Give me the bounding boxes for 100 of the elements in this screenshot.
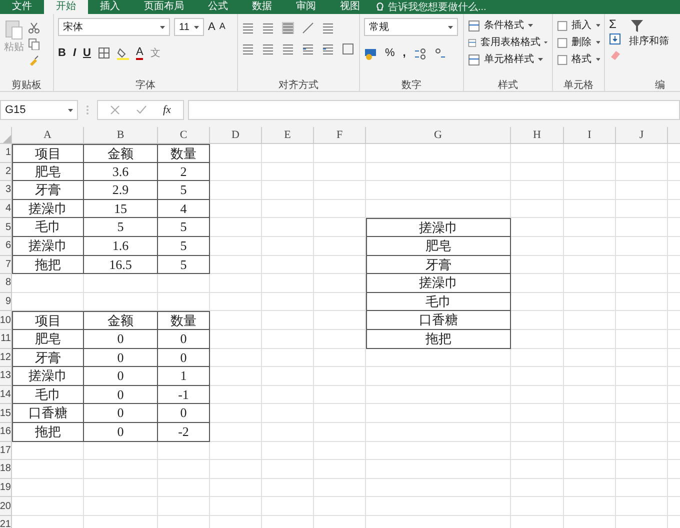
number-format-field[interactable]: 常规 (364, 18, 458, 36)
grow-font-button[interactable]: A (208, 18, 216, 36)
row-header[interactable]: 15 (0, 404, 12, 423)
cell-styles-button[interactable]: 单元格样式 (468, 52, 548, 67)
column-header[interactable]: I (564, 127, 616, 144)
row-header[interactable]: 8 (0, 274, 12, 293)
empty-cell (511, 422, 564, 442)
column-header[interactable]: H (511, 127, 564, 144)
decrease-indent-icon[interactable] (302, 43, 314, 55)
column-header[interactable]: E (262, 127, 314, 144)
column-header[interactable]: G (366, 127, 511, 144)
scissors-icon[interactable] (28, 22, 40, 34)
row-header[interactable]: 1 (0, 144, 12, 163)
row-header[interactable]: 7 (0, 256, 12, 274)
cancel-icon[interactable] (110, 105, 120, 115)
paintbrush-icon[interactable] (28, 54, 40, 66)
align-left-icon[interactable] (242, 43, 254, 55)
row-header[interactable]: 13 (0, 367, 12, 386)
row-header[interactable]: 9 (0, 292, 12, 312)
row-header[interactable]: 18 (0, 460, 12, 479)
row-header[interactable]: 11 (0, 330, 12, 349)
borders-icon[interactable] (98, 47, 110, 60)
sum-button[interactable]: Σ (609, 18, 621, 30)
caret-icon[interactable] (528, 24, 533, 27)
caret-icon[interactable] (68, 108, 73, 112)
row-header[interactable]: 12 (0, 348, 12, 368)
ribbon-tab[interactable]: 视图 (328, 0, 372, 14)
caret-icon[interactable] (544, 41, 548, 44)
row-header[interactable]: 21 (0, 516, 12, 528)
underline-button[interactable]: U (83, 45, 91, 62)
ribbon-tab[interactable]: 审阅 (284, 0, 328, 14)
caret-icon[interactable] (596, 58, 600, 61)
ribbon-tab[interactable]: 文件 (0, 0, 44, 14)
currency-icon[interactable] (364, 46, 377, 60)
row-header[interactable]: 10 (0, 311, 12, 330)
merge-cells-icon[interactable] (342, 43, 354, 55)
column-header[interactable]: C (158, 127, 210, 144)
caret-icon[interactable] (596, 24, 600, 27)
row-header[interactable]: 6 (0, 236, 12, 256)
wrap-text-icon[interactable] (322, 22, 334, 34)
ribbon-tab[interactable]: 插入 (88, 0, 132, 14)
row-header[interactable]: 20 (0, 497, 12, 516)
conditional-formatting-button[interactable]: 条件格式 (468, 18, 548, 33)
italic-button[interactable]: I (72, 45, 76, 62)
font-color-button[interactable]: A (136, 46, 144, 60)
table-cell: 搓澡巾 (12, 200, 84, 218)
font-size-field[interactable]: 11 (174, 18, 204, 36)
increase-indent-icon[interactable] (322, 43, 334, 55)
delete-button[interactable]: 删除 (557, 35, 600, 50)
formula-input[interactable] (188, 100, 680, 120)
ribbon-tab[interactable]: 数据 (240, 0, 284, 14)
align-center-icon[interactable] (262, 43, 274, 55)
caret-icon[interactable] (448, 26, 453, 28)
column-header[interactable]: J (616, 127, 668, 144)
row-header[interactable]: 4 (0, 200, 12, 218)
row-header[interactable]: 2 (0, 162, 12, 182)
tell-me-field[interactable]: 告诉我您想要做什么... (388, 2, 498, 12)
drag-handle-icon[interactable] (86, 105, 89, 115)
caret-icon[interactable] (596, 41, 600, 44)
increase-decimal-icon[interactable] (414, 46, 426, 60)
percent-button[interactable]: % (385, 45, 395, 62)
empty-cell (314, 162, 366, 182)
shrink-font-button[interactable]: A (219, 20, 226, 34)
align-bottom-icon[interactable] (282, 22, 294, 34)
caret-icon[interactable] (538, 58, 543, 61)
ribbon-tab[interactable]: 页面布局 (132, 0, 196, 14)
align-right-icon[interactable] (282, 43, 294, 55)
ribbon-tab[interactable]: 公式 (196, 0, 240, 14)
comma-button[interactable]: , (402, 45, 406, 62)
align-middle-icon[interactable] (262, 22, 274, 34)
column-header[interactable]: A (12, 127, 84, 144)
row-header[interactable]: 16 (0, 422, 12, 442)
insert-function-button[interactable]: fx (163, 102, 171, 118)
column-header[interactable]: B (84, 127, 158, 144)
orientation-icon[interactable] (302, 22, 314, 34)
column-header[interactable]: F (314, 127, 366, 144)
sort-filter-icon[interactable] (629, 18, 645, 34)
empty-cell (210, 442, 262, 460)
align-top-icon[interactable] (242, 22, 254, 34)
caret-icon[interactable] (194, 26, 199, 28)
caret-icon[interactable] (160, 26, 165, 28)
decrease-decimal-icon[interactable] (434, 46, 446, 60)
fill-color-icon[interactable] (116, 46, 129, 60)
row-header[interactable]: 19 (0, 478, 12, 498)
column-header[interactable]: D (210, 127, 262, 144)
copy-icon[interactable] (28, 38, 40, 50)
fill-down-icon[interactable] (609, 33, 621, 45)
sort-filter-button[interactable]: 排序和筛 (629, 34, 669, 49)
format-button[interactable]: 格式 (557, 52, 600, 67)
ribbon-tab[interactable]: 开始 (44, 0, 88, 14)
check-icon[interactable] (136, 105, 147, 115)
row-header[interactable]: 5 (0, 218, 12, 237)
bold-button[interactable]: B (58, 45, 66, 62)
format-as-table-button[interactable]: 套用表格格式 (468, 35, 548, 50)
insert-button[interactable]: 插入 (557, 18, 600, 33)
row-header[interactable]: 3 (0, 181, 12, 200)
row-header[interactable]: 17 (0, 442, 12, 460)
font-name-field[interactable]: 宋体 (58, 18, 170, 36)
name-box[interactable]: G15 (0, 100, 78, 120)
row-header[interactable]: 14 (0, 386, 12, 404)
